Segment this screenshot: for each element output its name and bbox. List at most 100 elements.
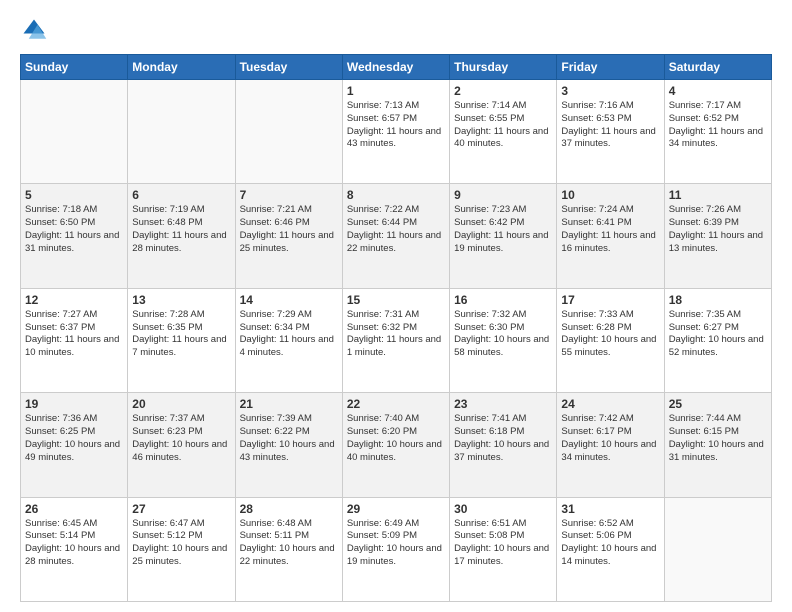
day-info: Sunrise: 7:37 AM Sunset: 6:23 PM Dayligh… bbox=[132, 413, 230, 464]
day-number: 10 bbox=[561, 188, 659, 202]
calendar-week-1: 1 Sunrise: 7:13 AM Sunset: 6:57 PM Daylig… bbox=[21, 80, 772, 184]
calendar-cell: 28Sunrise: 6:48 AM Sunset: 5:11 PM Dayli… bbox=[235, 497, 342, 601]
weekday-header-sunday: Sunday bbox=[21, 55, 128, 80]
day-number: 6 bbox=[132, 188, 230, 202]
day-number: 29 bbox=[347, 502, 445, 516]
day-number: 1 bbox=[347, 84, 445, 98]
calendar-cell: 31Sunrise: 6:52 AM Sunset: 5:06 PM Dayli… bbox=[557, 497, 664, 601]
calendar-week-4: 19 Sunrise: 7:36 AM Sunset: 6:25 PM Dayli… bbox=[21, 393, 772, 497]
day-info: Sunrise: 7:35 AM Sunset: 6:27 PM Dayligh… bbox=[669, 309, 767, 360]
day-number: 17 bbox=[561, 293, 659, 307]
weekday-header-monday: Monday bbox=[128, 55, 235, 80]
calendar-cell: 12Sunrise: 7:27 AM Sunset: 6:37 PM Dayli… bbox=[21, 288, 128, 392]
day-info: Sunrise: 7:42 AM Sunset: 6:17 PM Dayligh… bbox=[561, 413, 659, 464]
day-info: Sunrise: 7:33 AM Sunset: 6:28 PM Dayligh… bbox=[561, 309, 659, 360]
day-info: Sunrise: 6:47 AM Sunset: 5:12 PM Dayligh… bbox=[132, 518, 230, 569]
day-number: 23 bbox=[454, 397, 552, 411]
day-info: Sunrise: 7:39 AM Sunset: 6:22 PM Dayligh… bbox=[240, 413, 338, 464]
calendar-cell: 24 Sunrise: 7:42 AM Sunset: 6:17 PM Dayli… bbox=[557, 393, 664, 497]
calendar-cell: 2 Sunrise: 7:14 AM Sunset: 6:55 PM Daylig… bbox=[450, 80, 557, 184]
day-number: 16 bbox=[454, 293, 552, 307]
day-info: Sunrise: 7:40 AM Sunset: 6:20 PM Dayligh… bbox=[347, 413, 445, 464]
calendar-table: SundayMondayTuesdayWednesdayThursdayFrid… bbox=[20, 54, 772, 602]
day-info: Sunrise: 7:19 AM Sunset: 6:48 PM Dayligh… bbox=[132, 204, 230, 255]
page: SundayMondayTuesdayWednesdayThursdayFrid… bbox=[0, 0, 792, 612]
day-info: Sunrise: 6:52 AM Sunset: 5:06 PM Dayligh… bbox=[561, 518, 659, 569]
day-info: Sunrise: 7:44 AM Sunset: 6:15 PM Dayligh… bbox=[669, 413, 767, 464]
day-number: 28 bbox=[240, 502, 338, 516]
day-number: 11 bbox=[669, 188, 767, 202]
calendar-cell: 25 Sunrise: 7:44 AM Sunset: 6:15 PM Dayli… bbox=[664, 393, 771, 497]
day-number: 7 bbox=[240, 188, 338, 202]
day-number: 4 bbox=[669, 84, 767, 98]
day-info: Sunrise: 7:41 AM Sunset: 6:18 PM Dayligh… bbox=[454, 413, 552, 464]
day-info: Sunrise: 7:22 AM Sunset: 6:44 PM Dayligh… bbox=[347, 204, 445, 255]
day-info: Sunrise: 7:36 AM Sunset: 6:25 PM Dayligh… bbox=[25, 413, 123, 464]
day-number: 19 bbox=[25, 397, 123, 411]
calendar-cell: 1 Sunrise: 7:13 AM Sunset: 6:57 PM Daylig… bbox=[342, 80, 449, 184]
calendar-cell: 22 Sunrise: 7:40 AM Sunset: 6:20 PM Dayli… bbox=[342, 393, 449, 497]
day-info: Sunrise: 7:16 AM Sunset: 6:53 PM Dayligh… bbox=[561, 100, 659, 151]
day-number: 9 bbox=[454, 188, 552, 202]
day-info: Sunrise: 7:14 AM Sunset: 6:55 PM Dayligh… bbox=[454, 100, 552, 151]
day-number: 22 bbox=[347, 397, 445, 411]
calendar-cell: 10 Sunrise: 7:24 AM Sunset: 6:41 PM Dayli… bbox=[557, 184, 664, 288]
day-number: 5 bbox=[25, 188, 123, 202]
day-number: 27 bbox=[132, 502, 230, 516]
calendar-week-2: 5 Sunrise: 7:18 AM Sunset: 6:50 PM Daylig… bbox=[21, 184, 772, 288]
day-info: Sunrise: 7:21 AM Sunset: 6:46 PM Dayligh… bbox=[240, 204, 338, 255]
calendar-cell bbox=[128, 80, 235, 184]
day-number: 24 bbox=[561, 397, 659, 411]
calendar-cell: 7 Sunrise: 7:21 AM Sunset: 6:46 PM Daylig… bbox=[235, 184, 342, 288]
calendar-cell: 5 Sunrise: 7:18 AM Sunset: 6:50 PM Daylig… bbox=[21, 184, 128, 288]
day-info: Sunrise: 7:29 AM Sunset: 6:34 PM Dayligh… bbox=[240, 309, 338, 360]
day-info: Sunrise: 7:32 AM Sunset: 6:30 PM Dayligh… bbox=[454, 309, 552, 360]
calendar-cell: 9 Sunrise: 7:23 AM Sunset: 6:42 PM Daylig… bbox=[450, 184, 557, 288]
calendar-cell: 8 Sunrise: 7:22 AM Sunset: 6:44 PM Daylig… bbox=[342, 184, 449, 288]
weekday-header-tuesday: Tuesday bbox=[235, 55, 342, 80]
calendar-cell: 20 Sunrise: 7:37 AM Sunset: 6:23 PM Dayli… bbox=[128, 393, 235, 497]
calendar-cell: 18Sunrise: 7:35 AM Sunset: 6:27 PM Dayli… bbox=[664, 288, 771, 392]
calendar-cell bbox=[21, 80, 128, 184]
weekday-header-wednesday: Wednesday bbox=[342, 55, 449, 80]
day-number: 15 bbox=[347, 293, 445, 307]
day-number: 13 bbox=[132, 293, 230, 307]
day-number: 8 bbox=[347, 188, 445, 202]
day-number: 25 bbox=[669, 397, 767, 411]
logo-icon bbox=[20, 16, 48, 44]
calendar-cell: 29 Sunrise: 6:49 AM Sunset: 5:09 PM Dayli… bbox=[342, 497, 449, 601]
calendar-cell: 21 Sunrise: 7:39 AM Sunset: 6:22 PM Dayli… bbox=[235, 393, 342, 497]
calendar-cell: 15 Sunrise: 7:31 AM Sunset: 6:32 PM Dayli… bbox=[342, 288, 449, 392]
day-number: 20 bbox=[132, 397, 230, 411]
day-number: 26 bbox=[25, 502, 123, 516]
day-info: Sunrise: 7:31 AM Sunset: 6:32 PM Dayligh… bbox=[347, 309, 445, 360]
calendar-cell: 26Sunrise: 6:45 AM Sunset: 5:14 PM Dayli… bbox=[21, 497, 128, 601]
day-info: Sunrise: 7:27 AM Sunset: 6:37 PM Dayligh… bbox=[25, 309, 123, 360]
calendar-week-3: 12Sunrise: 7:27 AM Sunset: 6:37 PM Dayli… bbox=[21, 288, 772, 392]
day-info: Sunrise: 7:24 AM Sunset: 6:41 PM Dayligh… bbox=[561, 204, 659, 255]
calendar-cell: 30Sunrise: 6:51 AM Sunset: 5:08 PM Dayli… bbox=[450, 497, 557, 601]
calendar-cell bbox=[235, 80, 342, 184]
day-number: 3 bbox=[561, 84, 659, 98]
calendar-cell: 23 Sunrise: 7:41 AM Sunset: 6:18 PM Dayli… bbox=[450, 393, 557, 497]
day-number: 2 bbox=[454, 84, 552, 98]
weekday-header-thursday: Thursday bbox=[450, 55, 557, 80]
day-info: Sunrise: 7:13 AM Sunset: 6:57 PM Dayligh… bbox=[347, 100, 445, 151]
weekday-header-row: SundayMondayTuesdayWednesdayThursdayFrid… bbox=[21, 55, 772, 80]
weekday-header-friday: Friday bbox=[557, 55, 664, 80]
calendar-cell: 17 Sunrise: 7:33 AM Sunset: 6:28 PM Dayli… bbox=[557, 288, 664, 392]
day-info: Sunrise: 7:18 AM Sunset: 6:50 PM Dayligh… bbox=[25, 204, 123, 255]
day-number: 14 bbox=[240, 293, 338, 307]
header bbox=[20, 16, 772, 44]
day-info: Sunrise: 7:23 AM Sunset: 6:42 PM Dayligh… bbox=[454, 204, 552, 255]
day-info: Sunrise: 6:51 AM Sunset: 5:08 PM Dayligh… bbox=[454, 518, 552, 569]
calendar-cell: 13Sunrise: 7:28 AM Sunset: 6:35 PM Dayli… bbox=[128, 288, 235, 392]
day-info: Sunrise: 7:26 AM Sunset: 6:39 PM Dayligh… bbox=[669, 204, 767, 255]
calendar-cell: 4Sunrise: 7:17 AM Sunset: 6:52 PM Daylig… bbox=[664, 80, 771, 184]
calendar-cell: 19 Sunrise: 7:36 AM Sunset: 6:25 PM Dayli… bbox=[21, 393, 128, 497]
day-info: Sunrise: 6:49 AM Sunset: 5:09 PM Dayligh… bbox=[347, 518, 445, 569]
day-number: 21 bbox=[240, 397, 338, 411]
calendar-cell: 6 Sunrise: 7:19 AM Sunset: 6:48 PM Daylig… bbox=[128, 184, 235, 288]
calendar-cell: 14 Sunrise: 7:29 AM Sunset: 6:34 PM Dayli… bbox=[235, 288, 342, 392]
calendar-cell bbox=[664, 497, 771, 601]
